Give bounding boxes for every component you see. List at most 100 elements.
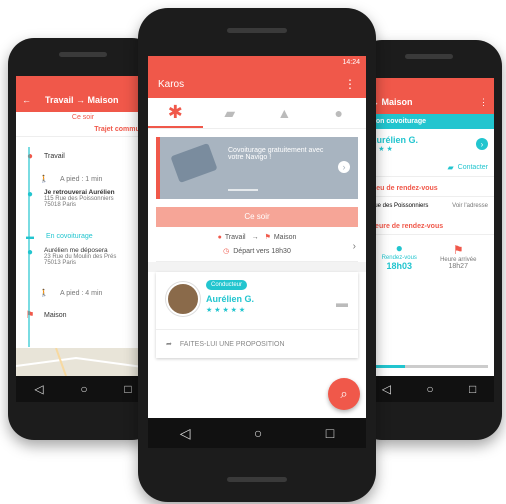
- recent-nav-icon[interactable]: □: [326, 425, 334, 441]
- step-label: Aurélien me déposera: [44, 247, 108, 254]
- pin-icon: ●: [395, 241, 403, 255]
- location-pin-icon: ●: [217, 233, 222, 241]
- step-dropoff: ● Aurélien me déposera 23 Rue du Moulin …: [24, 247, 142, 283]
- right-screen: → Maison ⋮ Mon covoiturage Aurélien G. ★…: [364, 78, 494, 402]
- flag-icon: ⚑: [25, 309, 35, 321]
- send-icon: ➦: [166, 341, 172, 348]
- nav-bar: ◁ ○ □: [364, 376, 494, 402]
- right-app-bar: → Maison ⋮: [364, 90, 494, 114]
- time-banner: Ce soir: [156, 207, 358, 227]
- driver-stars: ★ ★ ★ ★ ★: [206, 307, 246, 314]
- speaker: [227, 28, 287, 33]
- place-row[interactable]: Rue des Poissonniers Voir l'adresse: [364, 197, 494, 215]
- departure-line: ◷ Départ vers 18h30: [156, 247, 358, 256]
- speaker: [59, 52, 107, 57]
- center-screen: 14:24 Karos ⋮ ✱ ▰ ▲ ● Covoiturage gratui…: [148, 56, 366, 448]
- chat-icon[interactable]: ▰: [203, 105, 258, 122]
- route-to: Maison: [273, 233, 297, 241]
- back-nav-icon[interactable]: ◁: [382, 382, 391, 396]
- map-roads: [16, 347, 150, 377]
- departure-time: Départ vers 18h30: [233, 247, 291, 255]
- nav-bar: ◁ ○ □: [148, 418, 366, 448]
- step-end: ⚑ Maison: [24, 303, 142, 327]
- left-app-bar: ← Travail → Maison: [16, 88, 150, 112]
- driver-stars: ★ ★ ★: [370, 146, 393, 153]
- more-vert-icon[interactable]: ⋮: [479, 97, 488, 108]
- place-name: Rue des Poissonniers: [370, 203, 429, 209]
- right-title: → Maison: [370, 97, 413, 107]
- walk-icon: 🚶: [39, 290, 49, 297]
- avatar: [166, 282, 200, 316]
- tab-bar: ✱ ▰ ▲ ●: [148, 98, 366, 129]
- step-detail: A pied : 4 min: [60, 289, 103, 297]
- flag-icon: ⚑: [452, 242, 464, 257]
- divider: [148, 262, 366, 272]
- home-nav-icon[interactable]: ○: [426, 382, 433, 396]
- timeline-slider[interactable]: [370, 365, 488, 368]
- promo-card[interactable]: Covoiturage gratuitement avec votre Navi…: [156, 137, 358, 199]
- step-label: Je retrouverai Aurélien: [44, 189, 115, 196]
- driver-card[interactable]: Conducteur Aurélien G. ★ ★ ★ ★ ★ ▬ ➦ FAI…: [156, 272, 358, 358]
- status-bar: [16, 76, 150, 88]
- proposal-text[interactable]: FAITES-LUI UNE PROPOSITION: [180, 341, 285, 348]
- step-start: ● Travail: [24, 143, 142, 169]
- home-nav-icon[interactable]: ○: [254, 425, 262, 441]
- step-detail: 115 Rue des Poissonniers 75018 Paris: [44, 196, 114, 208]
- contact-button[interactable]: Contacter: [458, 164, 488, 171]
- map-preview[interactable]: [16, 347, 150, 377]
- car-icon: ▬: [336, 296, 348, 310]
- arrival-time: 18h27: [448, 262, 468, 270]
- time-row: ● Rendez-vous 18h03 ⚑ Heure arrivée 18h2…: [364, 235, 494, 277]
- chevron-right-icon[interactable]: ›: [476, 138, 488, 150]
- back-arrow-icon[interactable]: ←: [22, 95, 31, 105]
- clock-icon: ◷: [223, 248, 230, 255]
- status-bar: [364, 78, 494, 90]
- recent-nav-icon[interactable]: □: [124, 382, 131, 396]
- contact-row[interactable]: ▰ Contacter: [364, 159, 494, 177]
- app-title: Karos: [158, 78, 185, 90]
- arrival-label: Heure arrivée: [440, 256, 477, 263]
- karos-logo-icon[interactable]: ✱: [148, 98, 203, 128]
- driver-name: Aurélien G.: [370, 135, 419, 145]
- route-from: Travail: [224, 233, 246, 241]
- recent-nav-icon[interactable]: □: [469, 382, 476, 396]
- chevron-right-icon[interactable]: ›: [353, 241, 356, 252]
- back-nav-icon[interactable]: ◁: [34, 382, 43, 396]
- chat-icon: ▰: [447, 163, 454, 172]
- step-detail: En covoiturage: [46, 232, 93, 240]
- promo-indicator: [228, 189, 258, 191]
- left-subtitle: Ce soir: [71, 114, 95, 121]
- place-link[interactable]: Voir l'adresse: [452, 203, 488, 209]
- search-fab[interactable]: ⌕: [328, 378, 360, 410]
- left-phone: ← Travail → Maison Ce soir Trajet commun…: [8, 38, 158, 440]
- driver-row[interactable]: Aurélien G. ★ ★ ★ ›: [364, 129, 494, 159]
- arrow-right-icon: →: [251, 233, 259, 241]
- chevron-right-icon[interactable]: ›: [338, 161, 350, 173]
- location-pin-icon: ●: [24, 189, 36, 200]
- driver-badge: Conducteur: [206, 280, 248, 290]
- section-carpool: Mon covoiturage: [364, 114, 494, 129]
- step-carpool: ▬ En covoiturage: [24, 225, 142, 247]
- left-screen: ← Travail → Maison Ce soir Trajet commun…: [16, 76, 150, 402]
- step-detail: 23 Rue du Moulin des Prés 75013 Paris: [44, 254, 117, 266]
- flag-icon: ⚑: [264, 234, 271, 241]
- road-icon[interactable]: ▲: [257, 105, 312, 121]
- more-vert-icon[interactable]: ⋮: [344, 77, 356, 91]
- search-icon: ⌕: [340, 386, 348, 401]
- route-summary[interactable]: ● Travail → ⚑ Maison ◷ Départ vers 18h30…: [156, 227, 358, 262]
- status-time: 14:24: [342, 59, 360, 66]
- back-nav-icon[interactable]: ◁: [180, 425, 191, 442]
- itinerary-list: ● Travail 🚶 A pied : 1 min ● Je retrouve…: [16, 137, 150, 347]
- meet-time: 18h03: [386, 261, 412, 271]
- profile-icon[interactable]: ●: [312, 105, 367, 121]
- navigo-card-icon: [170, 143, 218, 183]
- section-meeting-place: Lieu de rendez-vous: [364, 177, 494, 197]
- route-line: [28, 147, 30, 347]
- left-section-title: Trajet commun: [16, 123, 150, 137]
- route-line: ● Travail → ⚑ Maison: [156, 233, 358, 242]
- proposal-row[interactable]: ➦ FAITES-LUI UNE PROPOSITION: [156, 329, 358, 358]
- location-pin-icon: ●: [24, 151, 36, 162]
- right-phone: → Maison ⋮ Mon covoiturage Aurélien G. ★…: [356, 40, 502, 440]
- step-walk: 🚶 A pied : 1 min: [24, 169, 142, 189]
- home-nav-icon[interactable]: ○: [80, 382, 87, 396]
